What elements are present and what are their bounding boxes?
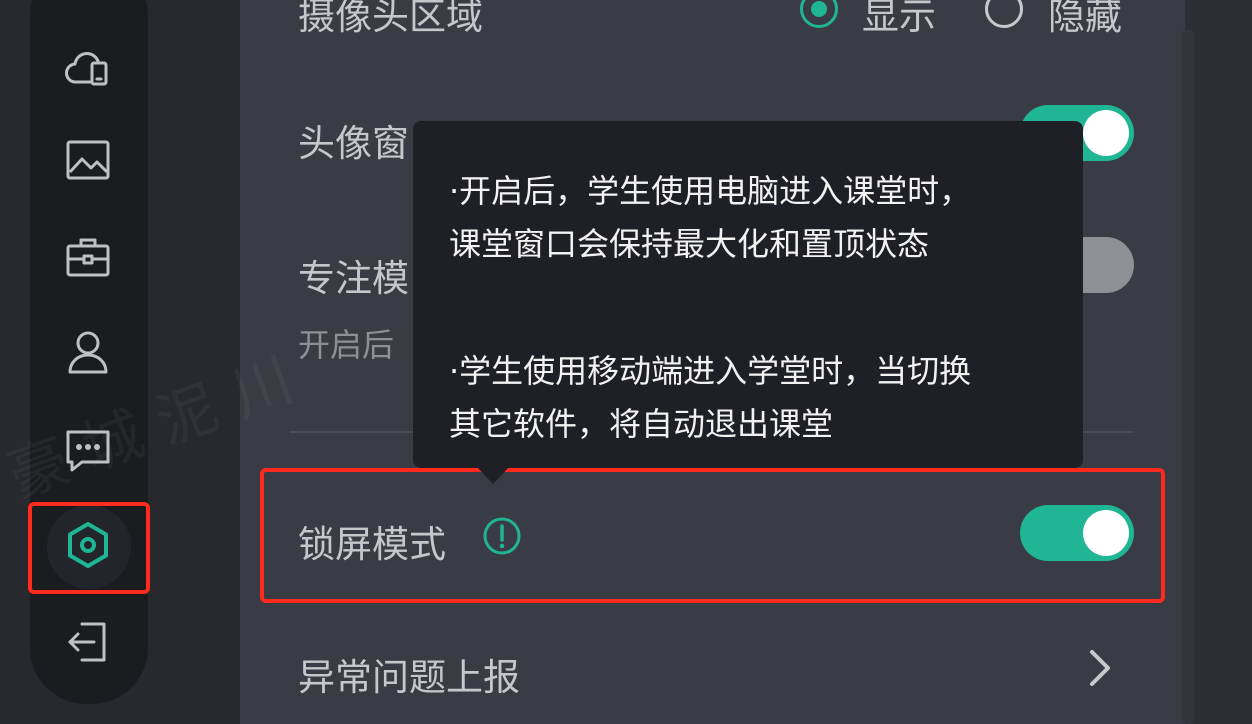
highlight-box-settings [28,502,150,594]
focus-mode-label: 专注模 [298,257,409,300]
logout-icon [68,622,106,662]
focus-mode-description: 开启后 [298,326,395,364]
tooltip-line-3: ·学生使用移动端进入学堂时，当切换 [449,352,972,390]
sidebar-item-gallery[interactable] [58,130,118,190]
image-icon [66,140,110,180]
scrollbar[interactable] [1181,30,1195,724]
toggle-knob [1083,110,1129,156]
camera-area-label: 摄像头区域 [298,0,483,38]
radio-hide-label: 隐藏 [1048,0,1122,38]
tooltip-line-4: 其它软件，将自动退出课堂 [449,405,834,443]
avatar-window-label: 头像窗 [298,122,409,165]
sidebar-item-cloud[interactable] [58,38,118,98]
user-icon [68,331,108,374]
briefcase-icon [66,238,110,277]
sidebar-item-profile[interactable] [58,322,118,382]
lock-screen-tooltip: ·开启后，学生使用电脑进入课堂时， 课堂窗口会保持最大化和置顶状态 ·学生使用移… [413,121,1083,468]
chevron-right-icon[interactable] [1084,646,1118,690]
right-backdrop [1185,0,1252,724]
sidebar-item-logout[interactable] [58,612,118,672]
tooltip-line-2: 课堂窗口会保持最大化和置顶状态 [449,225,930,263]
report-label[interactable]: 异常问题上报 [298,647,520,701]
cloud-device-icon [65,52,108,86]
tooltip-arrow [476,466,510,484]
highlight-box-lock-screen [260,468,1165,603]
sidebar-item-toolbox[interactable] [58,227,118,287]
tooltip-line-1: ·开启后，学生使用电脑进入课堂时， [449,172,972,210]
radio-show-label: 显示 [862,0,936,38]
